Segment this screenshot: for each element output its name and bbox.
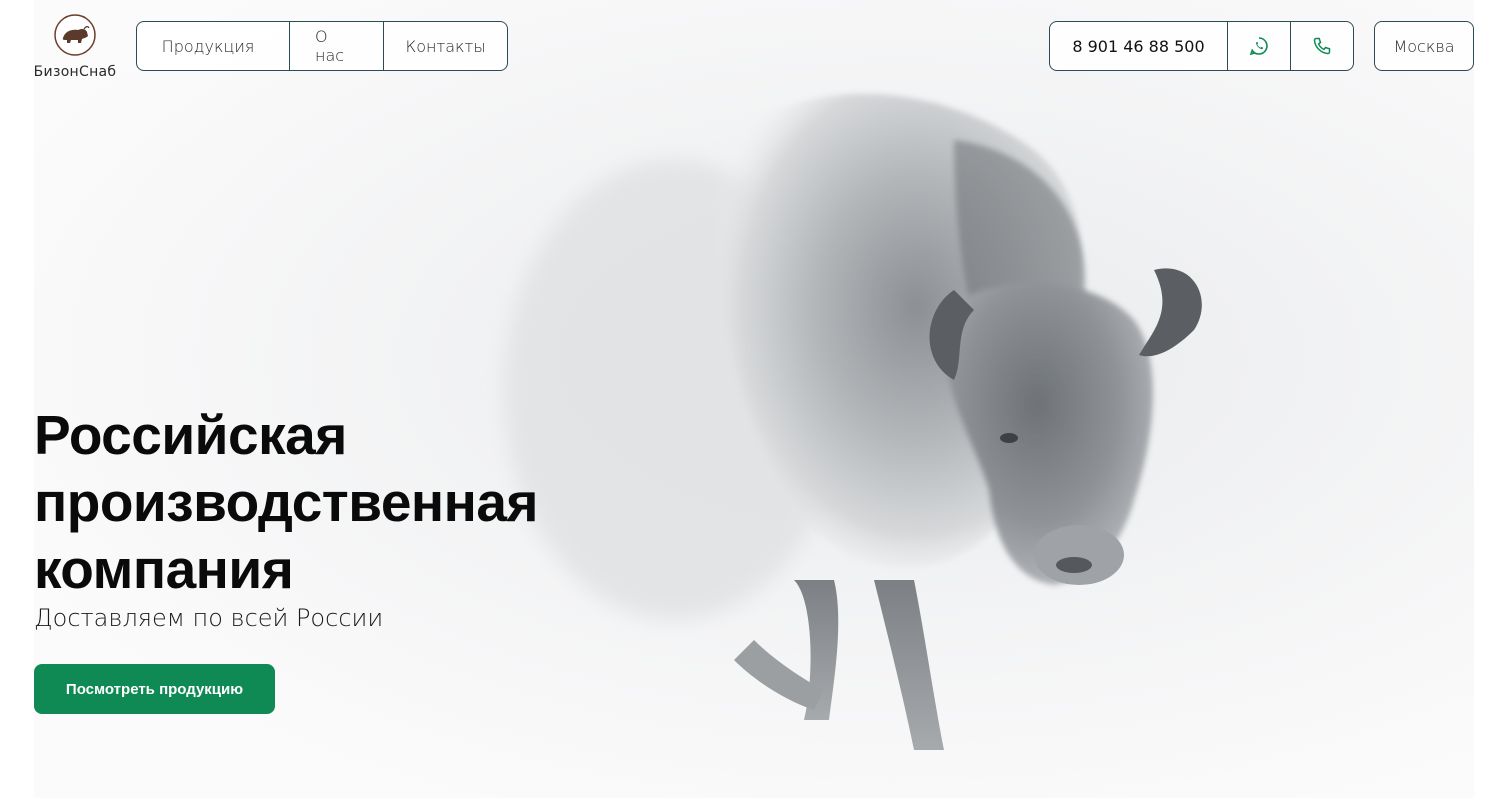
phone-icon xyxy=(1313,37,1331,55)
nav-item-label: О нас xyxy=(315,27,345,65)
brand-logo[interactable]: БизонСнаб xyxy=(30,14,120,80)
brand-name: БизонСнаб xyxy=(33,64,117,80)
nav-item-contacts[interactable]: Контакты xyxy=(383,22,507,70)
nav-item-label: Продукция xyxy=(161,36,255,56)
call-button[interactable] xyxy=(1290,22,1353,70)
whatsapp-button[interactable] xyxy=(1227,22,1290,70)
contact-group: 8 901 46 88 500 xyxy=(1049,21,1354,71)
hero-title-line: Российская xyxy=(34,404,347,466)
hero-subtitle: Доставляем по всей России xyxy=(34,604,384,632)
hero-title: Российская производственная компания xyxy=(34,402,654,603)
nav-item-label: Контакты xyxy=(405,36,486,56)
phone-number-link[interactable]: 8 901 46 88 500 xyxy=(1050,22,1227,70)
hero-title-line: производственная xyxy=(34,471,539,533)
whatsapp-icon xyxy=(1249,37,1268,56)
view-products-button[interactable]: Посмотреть продукцию xyxy=(34,664,275,714)
nav-item-about[interactable]: О нас xyxy=(289,22,383,70)
bison-logo-icon xyxy=(54,14,96,56)
hero-title-line: компания xyxy=(34,538,294,600)
city-selector[interactable]: Москва xyxy=(1374,21,1474,71)
main-nav: Продукция О нас Контакты xyxy=(136,21,508,71)
nav-item-products[interactable]: Продукция xyxy=(137,22,289,70)
page: БизонСнаб Продукция О нас Контакты 8 901… xyxy=(0,0,1506,798)
